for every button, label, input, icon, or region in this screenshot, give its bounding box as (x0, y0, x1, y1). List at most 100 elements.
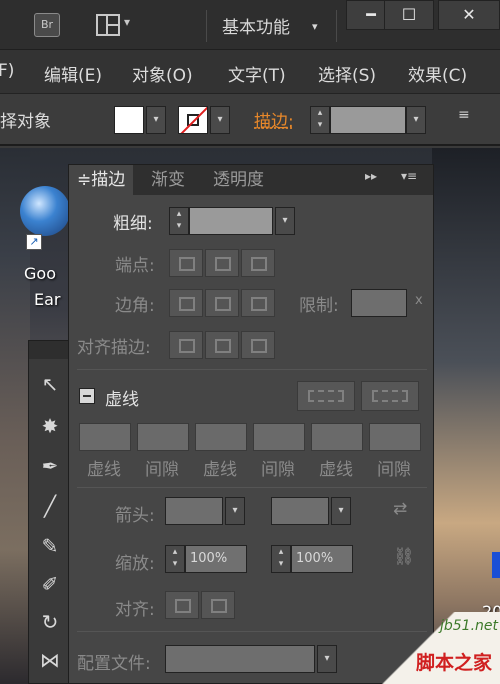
end-arrowhead-dropdown[interactable]: ▾ (331, 497, 351, 525)
workspace-caret[interactable]: ▾ (312, 20, 318, 33)
rotate-tool-icon[interactable]: ↻ (35, 607, 65, 637)
bevel-join-button[interactable] (241, 289, 275, 317)
start-scale-field[interactable]: 100% (185, 545, 247, 573)
arrow-tip-at-end-button[interactable] (201, 591, 235, 619)
dash-label-3: 虚线 (319, 460, 353, 480)
corner-label: 边角: (115, 296, 155, 316)
stroke-weight-stepper[interactable]: ▴ ▾ (310, 106, 330, 134)
weight-field[interactable] (189, 207, 273, 235)
menu-file[interactable]: F) (0, 61, 14, 81)
chevron-down-icon[interactable]: ▾ (124, 15, 130, 29)
end-arrowhead-select[interactable] (271, 497, 329, 525)
tab-stroke[interactable]: ≑描边 (69, 165, 134, 195)
shaper-tool-icon[interactable]: ✐ (35, 569, 65, 599)
menu-type[interactable]: 文字(T) (228, 61, 286, 86)
dashed-line-label: 虚线 (105, 390, 139, 410)
menu-bar: F) 编辑(E) 对象(O) 文字(T) 选择(S) 效果(C) (0, 50, 500, 94)
pen-tool-icon[interactable]: ✒ (35, 451, 65, 481)
fill-swatch[interactable] (114, 106, 144, 134)
tab-stroke-label: 描边 (91, 170, 126, 190)
close-button[interactable]: ✕ (438, 0, 500, 30)
stroke-swatch[interactable] (178, 106, 208, 134)
menu-effect[interactable]: 效果(C) (408, 61, 467, 86)
panel-menu-icon[interactable]: ▾≡ (401, 169, 417, 183)
maximize-button[interactable]: ☐ (384, 0, 434, 30)
desktop-icon-label-line1[interactable]: Goo (24, 264, 56, 283)
arrow-align-label: 对齐: (115, 600, 155, 620)
align-dash-corners-button[interactable] (361, 381, 419, 411)
miter-limit-field[interactable] (351, 289, 407, 317)
menu-edit[interactable]: 编辑(E) (44, 61, 102, 86)
gap-label-2: 间隙 (261, 460, 295, 480)
gap-label-3: 间隙 (377, 460, 411, 480)
align-stroke-center-button[interactable] (169, 331, 203, 359)
divider (77, 487, 427, 488)
dash-field-2[interactable] (195, 423, 247, 451)
dashed-line-checkbox[interactable] (79, 388, 95, 404)
weight-label: 粗细: (113, 214, 153, 234)
menu-object[interactable]: 对象(O) (132, 61, 193, 86)
fill-dropdown[interactable]: ▾ (146, 106, 166, 134)
menu-select[interactable]: 选择(S) (318, 61, 376, 86)
workspace-switcher[interactable]: 基本功能 (222, 13, 290, 38)
end-scale-stepper[interactable]: ▴ ▾ (271, 545, 291, 573)
preserve-dash-button[interactable] (297, 381, 355, 411)
weight-dropdown[interactable]: ▾ (275, 207, 295, 235)
limit-unit: x (415, 293, 423, 308)
arrange-documents-icon[interactable] (96, 14, 120, 36)
dash-label-2: 虚线 (203, 460, 237, 480)
google-earth-icon[interactable] (20, 186, 70, 236)
gap-field-2[interactable] (253, 423, 305, 451)
link-scale-icon[interactable]: ⛓ (393, 547, 415, 567)
magic-wand-icon[interactable]: ✸ (35, 411, 65, 441)
tools-panel-grip[interactable] (29, 341, 69, 359)
gap-field-1[interactable] (137, 423, 189, 451)
gap-field-3[interactable] (369, 423, 421, 451)
align-stroke-label: 对齐描边: (77, 338, 151, 358)
width-tool-icon[interactable]: ⋈ (35, 645, 65, 675)
round-join-button[interactable] (205, 289, 239, 317)
dash-label-1: 虚线 (87, 460, 121, 480)
collapse-panel-icon[interactable]: ▸▸ (365, 169, 377, 183)
stroke-dropdown[interactable]: ▾ (210, 106, 230, 134)
tab-transparency[interactable]: 透明度 (205, 165, 272, 195)
start-arrowhead-dropdown[interactable]: ▾ (225, 497, 245, 525)
paintbrush-icon[interactable]: ✎ (35, 531, 65, 561)
end-scale-field[interactable]: 100% (291, 545, 353, 573)
divider (77, 369, 427, 370)
selection-tool-icon[interactable]: ↖ (35, 369, 65, 399)
taskbar-item (492, 552, 500, 578)
dash-field-3[interactable] (311, 423, 363, 451)
tools-panel: ↖ ✸ ✒ ╱ ✎ ✐ ↻ ⋈ (28, 340, 70, 684)
dash-field-1[interactable] (79, 423, 131, 451)
swap-arrowheads-icon[interactable]: ⇄ (393, 499, 407, 519)
start-arrowhead-select[interactable] (165, 497, 223, 525)
gap-label-1: 间隙 (145, 460, 179, 480)
line-tool-icon[interactable]: ╱ (35, 491, 65, 521)
cap-label: 端点: (115, 256, 155, 276)
stroke-weight-field[interactable] (330, 106, 406, 134)
watermark-logo: jb51.net (440, 618, 499, 634)
profile-select[interactable] (165, 645, 315, 673)
round-cap-button[interactable] (205, 249, 239, 277)
shortcut-arrow-icon: ↗ (26, 234, 42, 250)
tab-stroke-prefix: ≑ (77, 170, 92, 190)
title-bar: Br ▾ 基本功能 ▾ ━ ☐ ✕ (0, 0, 500, 50)
align-stroke-outside-button[interactable] (241, 331, 275, 359)
butt-cap-button[interactable] (169, 249, 203, 277)
align-stroke-inside-button[interactable] (205, 331, 239, 359)
watermark-text: 脚本之家 (416, 652, 493, 674)
profile-dropdown[interactable]: ▾ (317, 645, 337, 673)
stroke-panel-link[interactable]: 描边: (254, 107, 294, 132)
profile-label: 配置文件: (77, 654, 151, 674)
stroke-weight-dropdown[interactable]: ▾ (406, 106, 426, 134)
miter-join-button[interactable] (169, 289, 203, 317)
start-scale-stepper[interactable]: ▴ ▾ (165, 545, 185, 573)
projecting-cap-button[interactable] (241, 249, 275, 277)
desktop-icon-label-line2[interactable]: Ear (34, 290, 61, 309)
control-bar-menu-icon[interactable]: ≡ (458, 107, 470, 123)
bridge-app-button[interactable]: Br (34, 13, 60, 37)
weight-stepper[interactable]: ▴ ▾ (169, 207, 189, 235)
arrow-tip-beyond-button[interactable] (165, 591, 199, 619)
tab-gradient[interactable]: 渐变 (143, 165, 193, 195)
